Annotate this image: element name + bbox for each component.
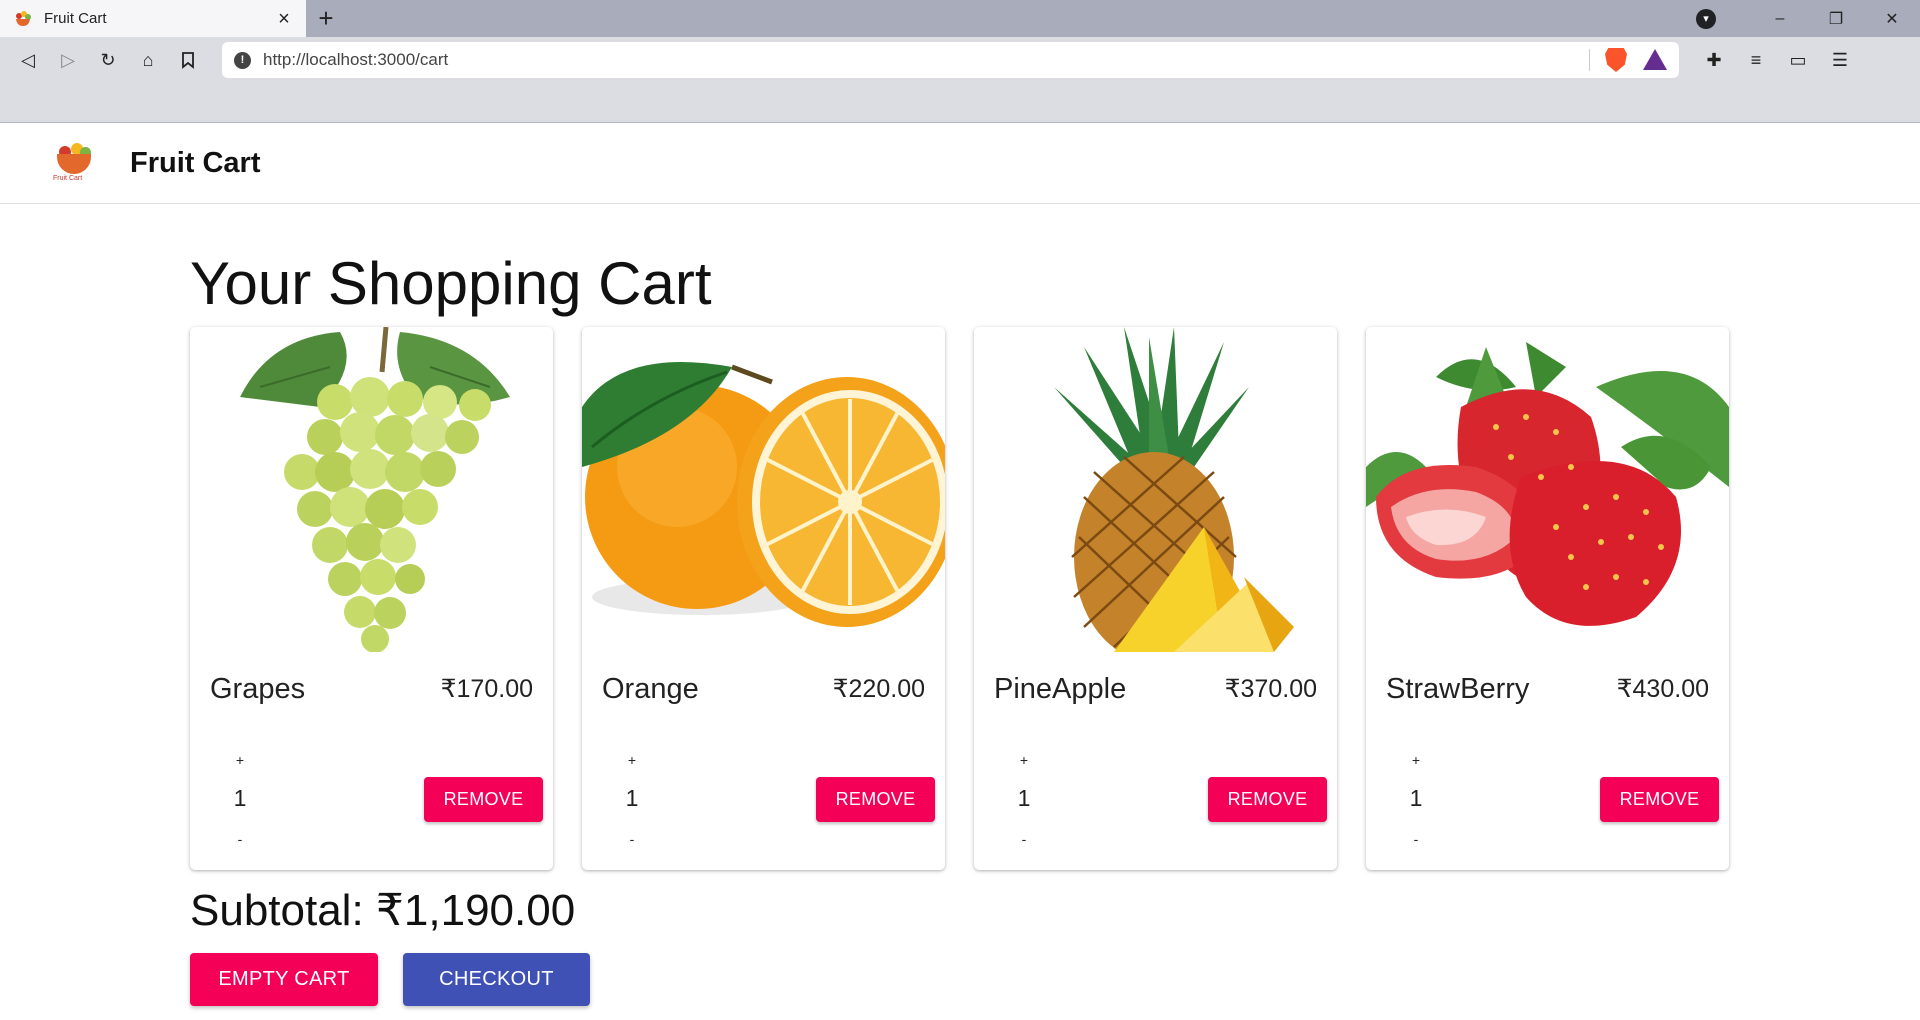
home-icon[interactable]: ⌂ — [128, 42, 168, 78]
orange-image — [582, 327, 945, 652]
decrease-quantity-button[interactable]: - — [234, 831, 246, 847]
increase-quantity-button[interactable]: + — [1018, 752, 1030, 768]
fruit-cart-logo[interactable]: Fruit Cart — [51, 140, 97, 186]
address-bar[interactable]: ! http://localhost:3000/cart — [222, 42, 1679, 78]
item-quantity: 1 — [1409, 785, 1423, 811]
checkout-button[interactable]: CHECKOUT — [403, 953, 590, 1006]
increase-quantity-button[interactable]: + — [626, 752, 638, 768]
new-tab-button[interactable]: + — [306, 0, 346, 37]
item-name: StrawBerry — [1386, 673, 1530, 705]
forward-icon[interactable]: ▷ — [48, 42, 88, 78]
minimize-button[interactable]: – — [1752, 0, 1808, 37]
media-playlist-icon[interactable]: ≡ — [1735, 42, 1777, 78]
item-name: Orange — [602, 673, 699, 705]
app-title: Fruit Cart — [130, 146, 261, 179]
page-title: Your Shopping Cart — [190, 250, 712, 317]
pineapple-image — [974, 327, 1337, 652]
item-name: Grapes — [210, 673, 306, 705]
item-price: ₹170.00 — [440, 675, 533, 703]
brave-rewards-icon[interactable] — [1643, 49, 1667, 70]
item-quantity: 1 — [1017, 785, 1031, 811]
browser-tab[interactable]: Fruit Cart × — [0, 0, 306, 37]
bookmark-icon[interactable] — [168, 42, 208, 78]
cart-actions: EMPTY CART CHECKOUT — [190, 953, 1920, 1006]
empty-cart-button[interactable]: EMPTY CART — [190, 953, 378, 1006]
restore-button[interactable]: ❐ — [1808, 0, 1864, 37]
increase-quantity-button[interactable]: + — [234, 752, 246, 768]
browser-chrome-spacer — [0, 83, 1920, 123]
address-bar-divider — [1589, 49, 1590, 71]
cart-item-card: StrawBerry ₹430.00 + 1 - REMOVE — [1366, 327, 1729, 870]
decrease-quantity-button[interactable]: - — [1410, 831, 1422, 847]
tab-close-icon[interactable]: × — [274, 9, 294, 29]
browser-toolbar: ◁ ▷ ↻ ⌂ ! http://localhost:3000/cart ✚ ≡… — [0, 37, 1920, 83]
app-header: Fruit Cart Fruit Cart — [0, 123, 1920, 204]
logo-text: Fruit Cart — [53, 175, 83, 182]
item-price: ₹370.00 — [1224, 675, 1317, 703]
browser-tab-bar: Fruit Cart × + ▾ – ❐ ✕ — [0, 0, 1920, 37]
back-icon[interactable]: ◁ — [8, 42, 48, 78]
cart-item-card: Orange ₹220.00 + 1 - REMOVE — [582, 327, 945, 870]
brave-shields-icon[interactable] — [1605, 48, 1627, 72]
strawberry-image — [1366, 327, 1729, 652]
decrease-quantity-button[interactable]: - — [626, 831, 638, 847]
url-text: http://localhost:3000/cart — [263, 50, 449, 69]
item-price: ₹220.00 — [832, 675, 925, 703]
fruit-cart-favicon-icon — [16, 10, 31, 26]
cart-item-card: PineApple ₹370.00 + 1 - REMOVE — [974, 327, 1337, 870]
tab-title: Fruit Cart — [44, 10, 107, 27]
site-info-icon[interactable]: ! — [234, 51, 251, 69]
remove-item-button[interactable]: REMOVE — [816, 777, 935, 822]
cart-page: Your Shopping Cart Grapes ₹170.00 + 1 - … — [0, 248, 1920, 1006]
item-name: PineApple — [994, 673, 1127, 705]
item-quantity: 1 — [233, 785, 247, 811]
increase-quantity-button[interactable]: + — [1410, 752, 1422, 768]
remove-item-button[interactable]: REMOVE — [1208, 777, 1327, 822]
menu-icon[interactable]: ☰ — [1819, 42, 1861, 78]
decrease-quantity-button[interactable]: - — [1018, 831, 1030, 847]
grapes-image — [190, 327, 553, 652]
cart-subtotal: Subtotal: ₹1,190.00 — [190, 886, 576, 935]
cart-items: Grapes ₹170.00 + 1 - REMOVE Orange ₹220.… — [190, 327, 1920, 870]
item-price: ₹430.00 — [1616, 675, 1709, 703]
reload-icon[interactable]: ↻ — [88, 42, 128, 78]
remove-item-button[interactable]: REMOVE — [1600, 777, 1719, 822]
tab-search-icon[interactable]: ▾ — [1696, 8, 1716, 29]
window-controls: ▾ – ❐ ✕ — [1696, 0, 1920, 37]
wallet-icon[interactable]: ▭ — [1777, 42, 1819, 78]
close-window-button[interactable]: ✕ — [1864, 0, 1920, 37]
item-quantity: 1 — [625, 785, 639, 811]
cart-item-card: Grapes ₹170.00 + 1 - REMOVE — [190, 327, 553, 870]
remove-item-button[interactable]: REMOVE — [424, 777, 543, 822]
extensions-icon[interactable]: ✚ — [1693, 42, 1735, 78]
